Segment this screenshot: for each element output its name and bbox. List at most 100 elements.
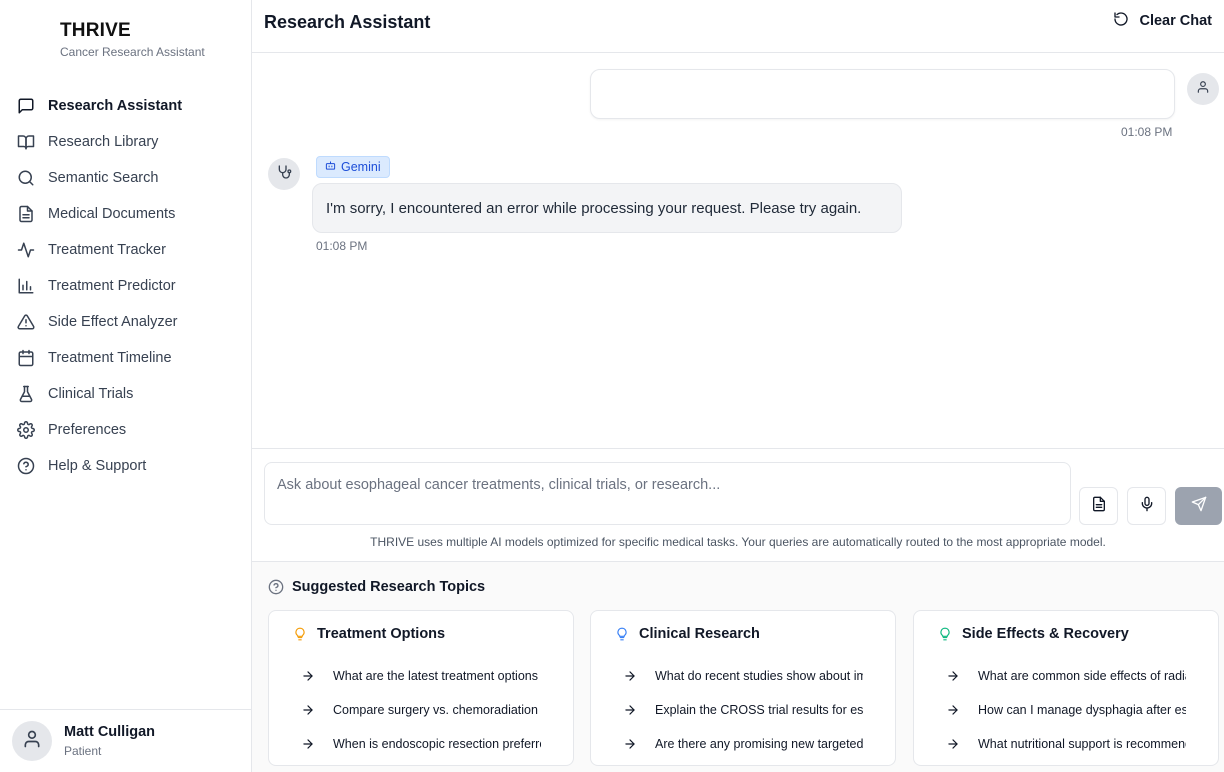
sidebar-item-preferences[interactable]: Preferences: [0, 412, 252, 448]
sidebar-item-treatment-tracker[interactable]: Treatment Tracker: [0, 232, 252, 268]
warning-icon: [16, 312, 36, 332]
suggested-question[interactable]: Are there any promising new targeted t: [623, 734, 895, 754]
suggested-question[interactable]: Explain the CROSS trial results for esop…: [623, 700, 895, 720]
refresh-icon: [1113, 11, 1129, 31]
model-routing-note: THRIVE uses multiple AI models optimized…: [370, 535, 1106, 549]
send-button[interactable]: [1175, 487, 1222, 525]
sidebar-item-treatment-predictor[interactable]: Treatment Predictor: [0, 268, 252, 304]
arrow-right-icon: [946, 737, 962, 751]
user-avatar: [1187, 73, 1219, 105]
help-icon: [16, 456, 36, 476]
sidebar-item-semantic-search[interactable]: Semantic Search: [0, 160, 252, 196]
suggested-question[interactable]: What are common side effects of radiat: [946, 666, 1218, 686]
user-role: Patient: [64, 744, 102, 758]
sidebar-item-label: Semantic Search: [48, 170, 159, 186]
avatar: [12, 721, 52, 761]
chat-input[interactable]: Ask about esophageal cancer treatments, …: [264, 462, 1071, 525]
bot-icon: [325, 160, 336, 174]
microphone-icon: [1139, 496, 1155, 517]
brand: THRIVE Cancer Research Assistant: [60, 20, 205, 59]
sidebar-item-label: Research Assistant: [48, 98, 183, 114]
sidebar-item-help-support[interactable]: Help & Support: [0, 448, 252, 484]
suggested-question-text: What are the latest treatment options fo: [333, 669, 541, 683]
sidebar-item-research-assistant[interactable]: Research Assistant: [0, 88, 252, 124]
topic-card-title: Clinical Research: [639, 626, 760, 642]
arrow-right-icon: [623, 737, 639, 751]
sidebar-item-label: Medical Documents: [48, 206, 176, 222]
message-timestamp: 01:08 PM: [1121, 125, 1173, 139]
sidebar-item-label: Help & Support: [48, 458, 147, 474]
page-title: Research Assistant: [264, 12, 431, 32]
suggested-topics: Suggested Research Topics Treatment Opti…: [252, 562, 1224, 772]
suggested-question-text: Compare surgery vs. chemoradiation fo: [333, 703, 541, 717]
suggested-question[interactable]: How can I manage dysphagia after esop: [946, 700, 1218, 720]
composer: Ask about esophageal cancer treatments, …: [252, 448, 1224, 562]
suggested-question[interactable]: Compare surgery vs. chemoradiation fo: [301, 700, 573, 720]
chat-icon: [16, 96, 36, 116]
topic-card-header: Side Effects & Recovery: [938, 626, 1129, 642]
clear-chat-label: Clear Chat: [1139, 13, 1212, 29]
topic-card-title: Side Effects & Recovery: [962, 626, 1129, 642]
sidebar-nav: Research Assistant Research Library Sema…: [0, 88, 252, 484]
send-icon: [1191, 496, 1207, 517]
user-profile[interactable]: Matt Culligan Patient: [0, 709, 252, 772]
arrow-right-icon: [301, 703, 317, 717]
book-icon: [16, 132, 36, 152]
document-icon: [1091, 496, 1107, 517]
assistant-message-bubble: I'm sorry, I encountered an error while …: [312, 183, 902, 233]
suggested-question[interactable]: What are the latest treatment options fo: [301, 666, 573, 686]
suggested-question[interactable]: What nutritional support is recommend: [946, 734, 1218, 754]
main-panel: Research Assistant Clear Chat 01:08 PM G…: [252, 0, 1224, 772]
sidebar-item-label: Preferences: [48, 422, 127, 438]
suggested-question[interactable]: When is endoscopic resection preferrec: [301, 734, 573, 754]
suggested-question-text: Explain the CROSS trial results for esop…: [655, 703, 863, 717]
sidebar-item-label: Treatment Tracker: [48, 242, 166, 258]
gear-icon: [16, 420, 36, 440]
sidebar-item-label: Treatment Timeline: [48, 350, 172, 366]
arrow-right-icon: [623, 703, 639, 717]
user-name: Matt Culligan: [64, 724, 156, 740]
sidebar-item-label: Side Effect Analyzer: [48, 314, 178, 330]
model-badge: Gemini: [316, 156, 390, 178]
brand-title: THRIVE: [60, 20, 131, 41]
sidebar-item-label: Research Library: [48, 134, 159, 150]
assistant-avatar: [268, 158, 300, 190]
sidebar-item-research-library[interactable]: Research Library: [0, 124, 252, 160]
header: Research Assistant Clear Chat: [252, 0, 1224, 53]
suggested-question-text: When is endoscopic resection preferrec: [333, 737, 541, 751]
document-icon: [16, 204, 36, 224]
flask-icon: [16, 384, 36, 404]
lightbulb-icon: [938, 626, 952, 642]
topic-card-side-effects-recovery: Side Effects & Recovery What are common …: [913, 610, 1219, 766]
suggested-question-text: What do recent studies show about imr: [655, 669, 863, 683]
sidebar-item-side-effect-analyzer[interactable]: Side Effect Analyzer: [0, 304, 252, 340]
chat-messages: 01:08 PM Gemini I'm sorry, I encountered…: [252, 53, 1224, 448]
suggested-topics-header: Suggested Research Topics: [268, 579, 485, 595]
search-icon: [16, 168, 36, 188]
calendar-icon: [16, 348, 36, 368]
model-name: Gemini: [341, 160, 381, 174]
voice-input-button[interactable]: [1127, 487, 1166, 525]
sidebar-item-medical-documents[interactable]: Medical Documents: [0, 196, 252, 232]
suggested-question-text: How can I manage dysphagia after esop: [978, 703, 1186, 717]
attach-document-button[interactable]: [1079, 487, 1118, 525]
arrow-right-icon: [301, 737, 317, 751]
user-info: Matt Culligan Patient: [64, 724, 155, 758]
sidebar-item-treatment-timeline[interactable]: Treatment Timeline: [0, 340, 252, 376]
suggested-topics-title: Suggested Research Topics: [292, 579, 486, 595]
suggested-question-text: What nutritional support is recommend: [978, 737, 1186, 751]
topic-card-clinical-research: Clinical Research What do recent studies…: [590, 610, 896, 766]
arrow-right-icon: [301, 669, 317, 683]
suggested-question-text: Are there any promising new targeted t: [655, 737, 863, 751]
suggested-question[interactable]: What do recent studies show about imr: [623, 666, 895, 686]
sidebar-item-clinical-trials[interactable]: Clinical Trials: [0, 376, 252, 412]
activity-icon: [16, 240, 36, 260]
lightbulb-icon: [293, 626, 307, 642]
arrow-right-icon: [946, 669, 962, 683]
clear-chat-button[interactable]: Clear Chat: [1113, 11, 1212, 31]
arrow-right-icon: [946, 703, 962, 717]
topic-card-header: Treatment Options: [293, 626, 445, 642]
sidebar: THRIVE Cancer Research Assistant Researc…: [0, 0, 252, 772]
suggested-question-text: What are common side effects of radiat: [978, 669, 1186, 683]
brand-subtitle: Cancer Research Assistant: [60, 45, 205, 59]
